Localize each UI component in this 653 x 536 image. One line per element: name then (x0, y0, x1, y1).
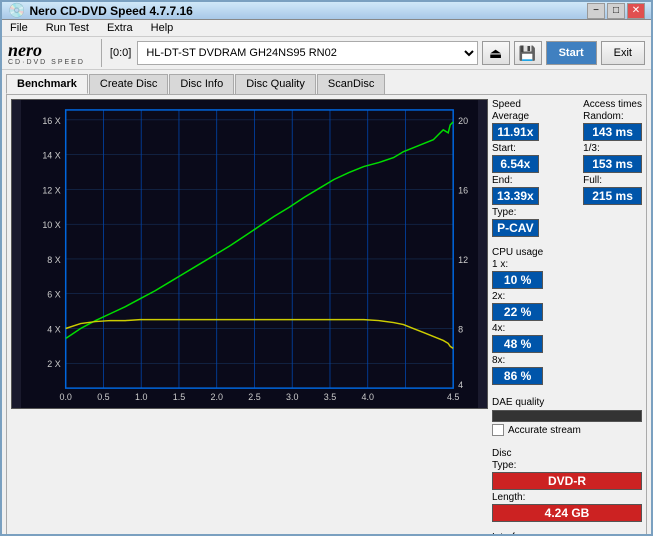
dae-header: DAE quality (492, 397, 642, 408)
drive-select[interactable]: HL-DT-ST DVDRAM GH24NS95 RN02 (137, 41, 477, 65)
disc-header: Disc (492, 448, 642, 459)
svg-text:0.0: 0.0 (59, 392, 71, 402)
eject-button[interactable]: ⏏ (482, 41, 510, 65)
nero-logo: nero CD·DVD SPEED (8, 41, 85, 66)
svg-text:4.5: 4.5 (447, 392, 459, 402)
type-value: P-CAV (492, 219, 539, 237)
menu-file[interactable]: File (6, 20, 32, 36)
tab-benchmark[interactable]: Benchmark (6, 74, 88, 94)
cpu-4x-value: 48 % (492, 335, 543, 353)
access-header: Access times (583, 99, 642, 110)
svg-text:6 X: 6 X (47, 290, 60, 300)
drive-label: [0:0] (110, 47, 131, 59)
type-label: Type: (492, 207, 539, 218)
end-label: End: (492, 175, 539, 186)
start-button[interactable]: Start (546, 41, 597, 65)
svg-text:4.0: 4.0 (362, 392, 374, 402)
main-area: Benchmark Create Disc Disc Info Disc Qua… (2, 70, 651, 536)
title-bar: 💿 Nero CD-DVD Speed 4.7.7.16 − □ ✕ (2, 2, 651, 20)
cpu-section: CPU usage 1 x: 10 % 2x: 22 % 4x: 48 % 8x… (492, 247, 642, 385)
start-label: Start: (492, 143, 539, 154)
toolbar: nero CD·DVD SPEED [0:0] HL-DT-ST DVDRAM … (2, 37, 651, 70)
tab-scan-disc[interactable]: ScanDisc (317, 74, 385, 94)
tab-disc-quality[interactable]: Disc Quality (235, 74, 316, 94)
average-label: Average (492, 111, 539, 122)
average-value: 11.91x (492, 123, 539, 141)
svg-text:12 X: 12 X (42, 185, 60, 195)
cpu-4x-label: 4x: (492, 323, 543, 334)
svg-text:2.5: 2.5 (248, 392, 260, 402)
interface-section: Interface Burst rate: 14 MB/s (492, 532, 642, 536)
speed-section: Speed Average 11.91x Start: 6.54x End: 1… (492, 99, 642, 237)
tab-create-disc[interactable]: Create Disc (89, 74, 168, 94)
start-value: 6.54x (492, 155, 539, 173)
menu-extra[interactable]: Extra (103, 20, 137, 36)
svg-text:20: 20 (458, 116, 468, 126)
one-third-value: 153 ms (583, 155, 642, 173)
content-panel: 16 X 14 X 12 X 10 X 8 X 6 X 4 X 2 X 20 1… (6, 94, 647, 536)
disc-length-label: Length: (492, 492, 642, 503)
tabs: Benchmark Create Disc Disc Info Disc Qua… (6, 74, 647, 94)
exit-button[interactable]: Exit (601, 41, 645, 65)
disc-length-value: 4.24 GB (492, 504, 642, 522)
svg-text:8: 8 (458, 324, 463, 334)
dae-section: DAE quality Accurate stream (492, 397, 642, 438)
cpu-1x-label: 1 x: (492, 259, 543, 270)
random-label: Random: (583, 111, 642, 122)
window-title: Nero CD-DVD Speed 4.7.7.16 (29, 4, 192, 18)
svg-text:3.0: 3.0 (286, 392, 298, 402)
close-button[interactable]: ✕ (627, 3, 645, 19)
window-controls: − □ ✕ (587, 3, 645, 19)
app-icon: 💿 (8, 2, 25, 19)
svg-text:3.5: 3.5 (324, 392, 336, 402)
menu-run-test[interactable]: Run Test (42, 20, 93, 36)
accurate-stream-checkbox[interactable] (492, 424, 504, 436)
svg-text:16: 16 (458, 185, 468, 195)
disc-type-label: Type: (492, 460, 642, 471)
svg-text:10 X: 10 X (42, 220, 60, 230)
full-label: Full: (583, 175, 642, 186)
cpu-8x-value: 86 % (492, 367, 543, 385)
maximize-button[interactable]: □ (607, 3, 625, 19)
end-value: 13.39x (492, 187, 539, 205)
menu-bar: File Run Test Extra Help (2, 20, 651, 37)
svg-text:4: 4 (458, 380, 463, 390)
cpu-2x-label: 2x: (492, 291, 543, 302)
svg-text:14 X: 14 X (42, 151, 60, 161)
menu-help[interactable]: Help (147, 20, 178, 36)
benchmark-chart: 16 X 14 X 12 X 10 X 8 X 6 X 4 X 2 X 20 1… (12, 100, 487, 408)
random-value: 143 ms (583, 123, 642, 141)
svg-text:1.0: 1.0 (135, 392, 147, 402)
svg-text:2 X: 2 X (47, 359, 60, 369)
save-button[interactable]: 💾 (514, 41, 542, 65)
interface-header: Interface (492, 532, 642, 536)
svg-text:2.0: 2.0 (210, 392, 222, 402)
svg-text:12: 12 (458, 255, 468, 265)
svg-text:1.5: 1.5 (173, 392, 185, 402)
full-value: 215 ms (583, 187, 642, 205)
tab-disc-info[interactable]: Disc Info (169, 74, 234, 94)
cpu-2x-value: 22 % (492, 303, 543, 321)
accurate-stream-label: Accurate stream (508, 425, 581, 436)
chart-container: 16 X 14 X 12 X 10 X 8 X 6 X 4 X 2 X 20 1… (11, 99, 488, 409)
minimize-button[interactable]: − (587, 3, 605, 19)
accurate-stream-row: Accurate stream (492, 424, 642, 436)
cpu-8x-label: 8x: (492, 355, 543, 366)
svg-text:4 X: 4 X (47, 324, 60, 334)
svg-text:0.5: 0.5 (97, 392, 109, 402)
dae-quality-bar (492, 410, 642, 422)
svg-text:16 X: 16 X (42, 116, 60, 126)
speed-header: Speed (492, 99, 539, 110)
cpu-header: CPU usage (492, 247, 543, 258)
svg-text:8 X: 8 X (47, 255, 60, 265)
one-third-label: 1/3: (583, 143, 642, 154)
disc-type-value: DVD-R (492, 472, 642, 490)
disc-section: Disc Type: DVD-R Length: 4.24 GB (492, 448, 642, 522)
stats-panel: Speed Average 11.91x Start: 6.54x End: 1… (492, 99, 642, 536)
cpu-1x-value: 10 % (492, 271, 543, 289)
